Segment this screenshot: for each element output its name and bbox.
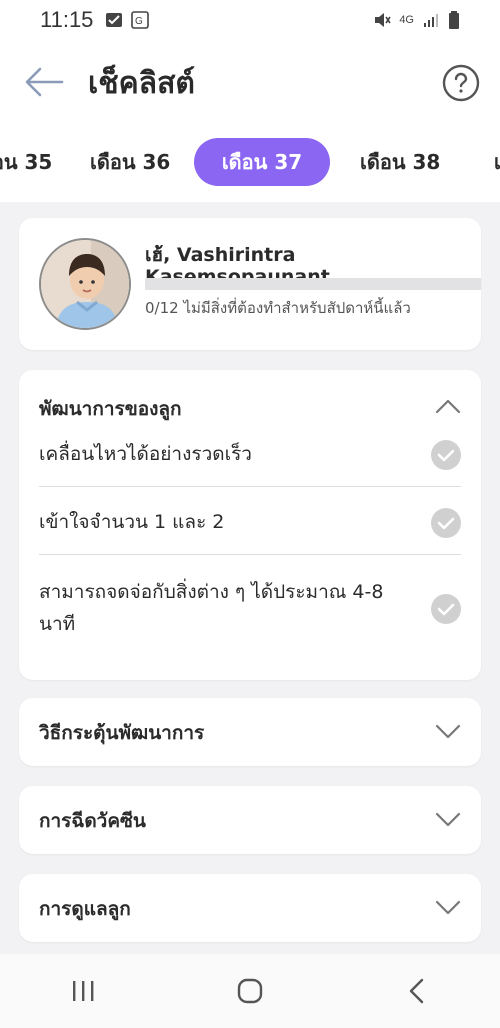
section-stimulation[interactable]: วิธีกระตุ้นพัฒนาการ [19, 698, 481, 766]
signal-icon [424, 14, 438, 27]
battery-icon [449, 11, 459, 29]
development-title: พัฒนาการของลูก [39, 398, 182, 420]
system-back-icon [409, 978, 423, 1004]
network-label: 4G [399, 14, 414, 26]
section-vaccination[interactable]: การฉีดวัคซีน [19, 786, 481, 854]
chevron-down-icon[interactable] [435, 812, 461, 828]
tab-month-38[interactable]: เดือน 38 [360, 138, 440, 186]
help-icon[interactable] [442, 64, 480, 102]
check-circle-icon[interactable] [431, 594, 461, 624]
status-time: 11:15 [40, 7, 94, 32]
mute-icon [375, 13, 391, 27]
child-photo [41, 240, 129, 328]
divider [39, 486, 461, 487]
month-tabs: เดือน 35 เดือน 36 เดือน 37 เดือน 38 เ [0, 124, 500, 202]
recent-apps-icon [73, 981, 94, 1001]
avatar [39, 238, 131, 330]
svg-text:G: G [135, 16, 143, 27]
development-item-3: สามารถจดจ่อกับสิ่งต่าง ๆ ได้ประมาณ 4-8 น… [39, 581, 384, 635]
chevron-down-icon[interactable] [435, 900, 461, 916]
section-title: การดูแลลูก [39, 898, 131, 920]
recent-apps-button[interactable] [63, 971, 103, 1011]
chevron-down-icon[interactable] [435, 724, 461, 740]
divider [39, 554, 461, 555]
check-circle-icon[interactable] [431, 440, 461, 470]
section-childcare[interactable]: การดูแลลูก [19, 874, 481, 942]
translate-icon: G [131, 11, 150, 29]
chevron-up-icon[interactable] [435, 398, 461, 414]
check-circle-icon[interactable] [431, 508, 461, 538]
app-bar: เช็คลิสต์ [0, 40, 500, 124]
section-title: การฉีดวัคซีน [39, 810, 146, 832]
tab-month-37[interactable]: เดือน 37 [194, 138, 330, 186]
development-item-1: เคลื่อนไหวได้อย่างรวดเร็ว [39, 443, 252, 465]
home-icon [237, 978, 263, 1004]
tab-month-39-partial[interactable]: เ [494, 138, 500, 186]
section-title: วิธีกระตุ้นพัฒนาการ [39, 722, 205, 744]
profile-status: 0/12 ไม่มีสิ่งที่ต้องทำสำหรับสัปดาห์นี้แ… [145, 299, 411, 317]
tab-month-35[interactable]: เดือน 35 [0, 138, 52, 186]
system-back-button[interactable] [397, 971, 437, 1011]
development-card: พัฒนาการของลูก เคลื่อนไหวได้อย่างรวดเร็ว… [19, 370, 481, 680]
profile-card[interactable]: เฮ้, Vashirintra Kasemsopaunant 0/12 ไม่… [19, 218, 481, 350]
status-bar: 11:15 G 4G [0, 0, 500, 40]
tab-month-36[interactable]: เดือน 36 [90, 138, 170, 186]
message-icon [106, 13, 123, 27]
home-button[interactable] [230, 971, 270, 1011]
page-title: เช็คลิสต์ [88, 66, 195, 101]
development-item-2: เข้าใจจำนวน 1 และ 2 [39, 511, 225, 533]
system-nav-bar [0, 954, 500, 1028]
back-arrow-icon[interactable] [24, 64, 64, 100]
redaction-bar [145, 278, 481, 290]
